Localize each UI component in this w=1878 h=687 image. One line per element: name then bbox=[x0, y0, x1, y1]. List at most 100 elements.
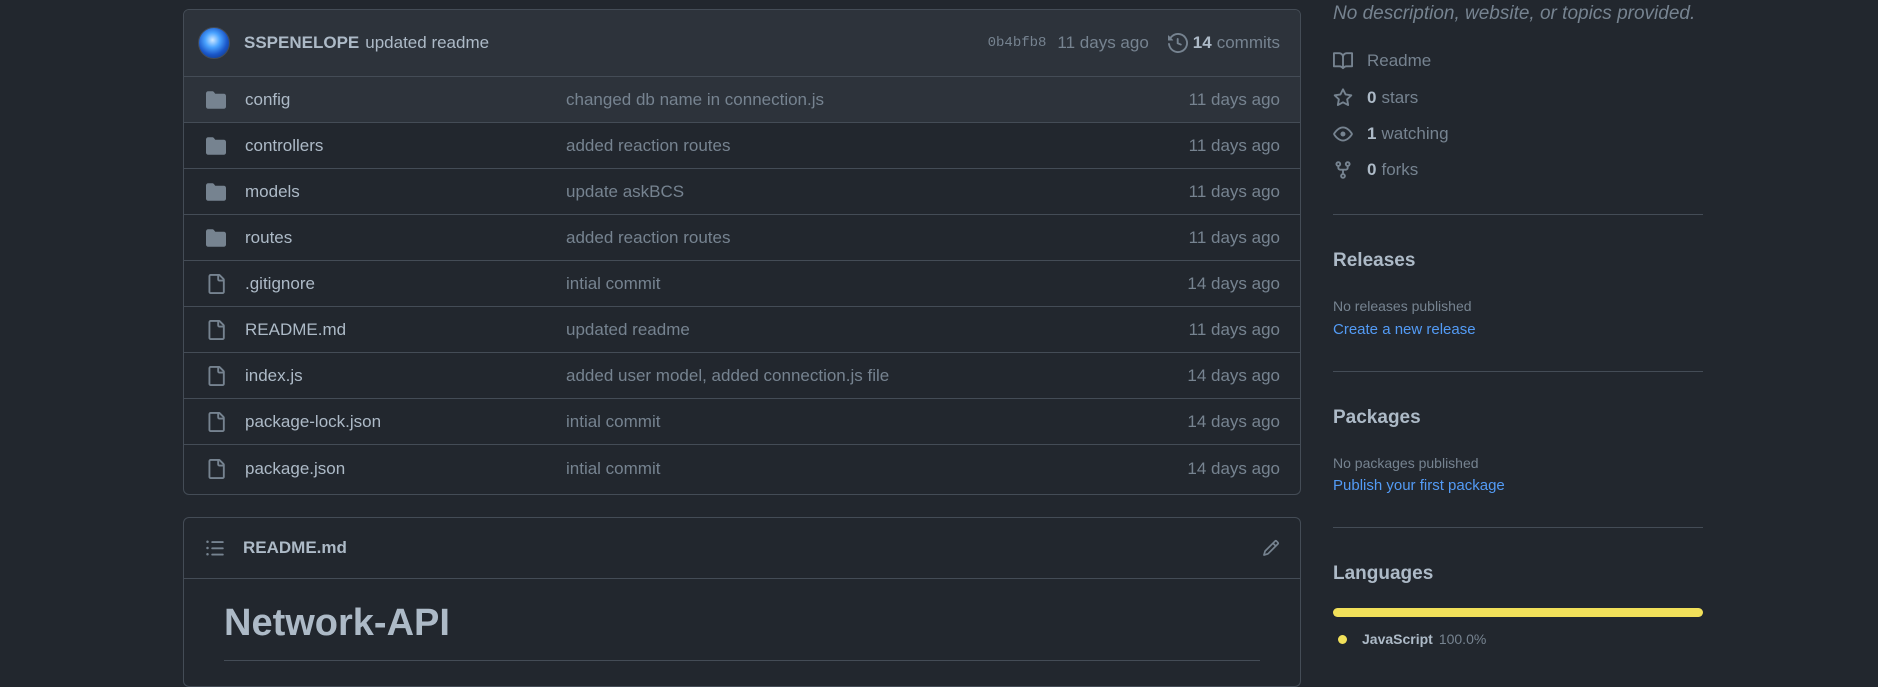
file-commit-age: 11 days ago bbox=[1188, 135, 1280, 155]
folder-icon bbox=[206, 182, 226, 201]
file-commit-message[interactable]: update askBCS bbox=[566, 182, 1189, 202]
file-list: config changed db name in connection.js 11… bbox=[184, 77, 1300, 492]
folder-icon bbox=[206, 136, 226, 155]
repo-description: No description, website, or topics provi… bbox=[1333, 3, 1696, 24]
file-commit-message[interactable]: added user model, added connection.js fi… bbox=[566, 366, 1187, 386]
file-commit-age: 14 days ago bbox=[1187, 458, 1280, 478]
sidebar-divider bbox=[1333, 214, 1703, 215]
file-commit-message[interactable]: intial commit bbox=[566, 412, 1187, 432]
file-commit-age: 11 days ago bbox=[1188, 181, 1280, 201]
language-color-dot bbox=[1338, 634, 1347, 644]
file-name[interactable]: README.md bbox=[245, 320, 566, 340]
language-name: JavaScript bbox=[1362, 631, 1433, 647]
readme-filename[interactable]: README.md bbox=[243, 538, 347, 558]
file-name[interactable]: models bbox=[245, 182, 566, 202]
pencil-icon[interactable] bbox=[1262, 539, 1280, 557]
file-row[interactable]: controllers added reaction routes 11 days … bbox=[184, 123, 1300, 169]
star-icon bbox=[1333, 88, 1353, 107]
forks-link[interactable]: 0 forks bbox=[1333, 160, 1418, 180]
file-row[interactable]: README.md updated readme 11 days ago bbox=[184, 307, 1300, 353]
commit-time: 11 days ago bbox=[1057, 33, 1149, 52]
file-icon-wrap bbox=[205, 411, 227, 433]
releases-title[interactable]: Releases bbox=[1333, 250, 1415, 272]
book-icon bbox=[1333, 52, 1353, 70]
file-name[interactable]: .gitignore bbox=[245, 274, 566, 294]
file-name[interactable]: routes bbox=[245, 228, 566, 248]
file-name[interactable]: config bbox=[245, 90, 566, 110]
file-row[interactable]: package-lock.json intial commit 14 days ag… bbox=[184, 399, 1300, 445]
file-commit-age: 11 days ago bbox=[1188, 319, 1280, 339]
readme-link[interactable]: Readme bbox=[1333, 51, 1431, 71]
packages-title[interactable]: Packages bbox=[1333, 407, 1421, 429]
file-icon bbox=[208, 458, 225, 479]
file-name[interactable]: index.js bbox=[245, 366, 566, 386]
commit-message[interactable]: updated readme bbox=[365, 33, 489, 53]
file-commit-age: 14 days ago bbox=[1187, 411, 1280, 431]
file-icon bbox=[208, 319, 225, 340]
readme-header: README.md bbox=[184, 518, 1300, 579]
language-item[interactable]: JavaScript 100.0% bbox=[1338, 631, 1486, 647]
file-commit-message[interactable]: added reaction routes bbox=[566, 136, 1189, 156]
commit-count-label: commits bbox=[1216, 33, 1280, 52]
folder-icon-wrap bbox=[205, 90, 227, 110]
forks-label: forks bbox=[1381, 160, 1419, 179]
readme-heading: Network-API bbox=[224, 602, 450, 644]
watching-label: watching bbox=[1381, 124, 1449, 143]
language-bar bbox=[1333, 608, 1703, 617]
folder-icon-wrap bbox=[205, 136, 227, 156]
packages-empty: No packages published bbox=[1333, 455, 1479, 471]
file-browser: SSPENELOPE updated readme 0b4bfb8 11 day… bbox=[183, 9, 1301, 495]
commit-sha[interactable]: 0b4bfb8 bbox=[988, 35, 1047, 51]
create-release-link[interactable]: Create a new release bbox=[1333, 321, 1476, 338]
fork-icon bbox=[1335, 161, 1351, 179]
file-row[interactable]: config changed db name in connection.js 11… bbox=[184, 77, 1300, 123]
file-commit-message[interactable]: intial commit bbox=[566, 459, 1187, 479]
file-name[interactable]: controllers bbox=[245, 136, 566, 156]
readme-heading-rule bbox=[224, 660, 1260, 661]
file-icon bbox=[208, 365, 225, 386]
watching-count: 1 bbox=[1367, 124, 1377, 143]
readme-panel: README.md Network-API bbox=[183, 517, 1301, 687]
file-row[interactable]: package.json intial commit 14 days ago bbox=[184, 445, 1300, 492]
language-percent: 100.0% bbox=[1438, 631, 1487, 647]
forks-count: 0 bbox=[1367, 160, 1377, 179]
eye-icon bbox=[1333, 126, 1353, 142]
file-name[interactable]: package-lock.json bbox=[245, 412, 566, 432]
file-row[interactable]: .gitignore intial commit 14 days ago bbox=[184, 261, 1300, 307]
watchers-link[interactable]: 1 watching bbox=[1333, 124, 1449, 144]
list-icon[interactable] bbox=[205, 538, 225, 558]
stars-count: 0 bbox=[1367, 88, 1377, 107]
commit-author[interactable]: SSPENELOPE bbox=[244, 33, 359, 53]
file-commit-message[interactable]: intial commit bbox=[566, 274, 1187, 294]
commit-count: 14 bbox=[1192, 33, 1212, 52]
folder-icon bbox=[206, 228, 226, 247]
folder-icon-wrap bbox=[205, 228, 227, 248]
file-row[interactable]: index.js added user model, added connecti… bbox=[184, 353, 1300, 399]
file-commit-age: 14 days ago bbox=[1187, 365, 1280, 385]
file-icon-wrap bbox=[205, 365, 227, 387]
author-avatar[interactable] bbox=[198, 27, 230, 59]
file-icon bbox=[208, 273, 225, 294]
file-row[interactable]: routes added reaction routes 11 days ago bbox=[184, 215, 1300, 261]
file-commit-message[interactable]: updated readme bbox=[566, 320, 1189, 340]
folder-icon-wrap bbox=[205, 182, 227, 202]
sidebar-divider bbox=[1333, 527, 1703, 528]
commits-history-link[interactable]: 14 commits bbox=[1167, 33, 1280, 53]
readme-link-label: Readme bbox=[1367, 51, 1432, 70]
stars-link[interactable]: 0 stars bbox=[1333, 88, 1418, 108]
file-row[interactable]: models update askBCS 11 days ago bbox=[184, 169, 1300, 215]
file-icon-wrap bbox=[205, 458, 227, 480]
latest-commit-bar: SSPENELOPE updated readme 0b4bfb8 11 day… bbox=[184, 10, 1300, 77]
sidebar-divider bbox=[1333, 371, 1703, 372]
file-icon-wrap bbox=[205, 273, 227, 295]
file-commit-message[interactable]: added reaction routes bbox=[566, 228, 1189, 248]
languages-title: Languages bbox=[1333, 563, 1434, 584]
publish-package-link[interactable]: Publish your first package bbox=[1333, 477, 1505, 494]
file-commit-message[interactable]: changed db name in connection.js bbox=[566, 90, 1189, 110]
file-icon-wrap bbox=[205, 319, 227, 341]
file-commit-age: 11 days ago bbox=[1188, 89, 1280, 109]
file-commit-age: 14 days ago bbox=[1187, 273, 1280, 293]
folder-icon bbox=[206, 90, 226, 109]
file-name[interactable]: package.json bbox=[245, 459, 566, 479]
history-icon bbox=[1167, 33, 1188, 53]
